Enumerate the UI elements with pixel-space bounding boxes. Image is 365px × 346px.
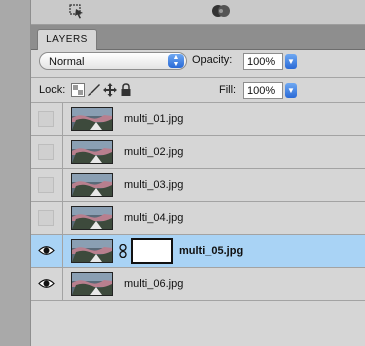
visibility-toggle[interactable]	[31, 169, 63, 201]
layer-thumbnail[interactable]	[71, 173, 113, 197]
select-tool-icon[interactable]	[69, 3, 85, 22]
layer-name: multi_02.jpg	[124, 146, 184, 158]
visibility-toggle[interactable]	[31, 235, 63, 267]
layer-name: multi_05.jpg	[179, 245, 244, 257]
brush-icon[interactable]	[87, 83, 101, 97]
visibility-empty-box	[38, 177, 54, 193]
layer-row[interactable]: multi_01.jpg	[31, 103, 365, 136]
layer-row[interactable]: multi_06.jpg	[31, 268, 365, 301]
blend-mode-select[interactable]: Normal ▲ ▼	[39, 52, 187, 70]
panel-toolbar	[31, 0, 365, 25]
layer-list: multi_01.jpg multi_02.jpg multi_03.jpgmult…	[31, 103, 365, 301]
layer-name: multi_06.jpg	[124, 278, 184, 290]
layer-row[interactable]: multi_04.jpg	[31, 202, 365, 235]
layer-thumbnail[interactable]	[71, 107, 113, 131]
visibility-empty-box	[38, 144, 54, 160]
updown-arrows-icon: ▲ ▼	[168, 54, 184, 68]
visibility-toggle[interactable]	[31, 268, 63, 300]
blend-opacity-row: Normal ▲ ▼ Opacity: 100% ▼	[31, 50, 365, 76]
layer-thumbnail[interactable]	[71, 140, 113, 164]
layer-name: multi_01.jpg	[124, 113, 184, 125]
fill-label: Fill:	[219, 84, 237, 96]
visibility-toggle[interactable]	[31, 202, 63, 234]
mask-link-icon[interactable]	[118, 243, 128, 259]
layer-name: multi_03.jpg	[124, 179, 184, 191]
paint-bucket-icon[interactable]	[211, 3, 231, 22]
padlock-icon[interactable]	[119, 83, 133, 97]
visibility-toggle[interactable]	[31, 136, 63, 168]
opacity-dropdown-icon[interactable]: ▼	[285, 54, 297, 69]
fill-field[interactable]: 100%	[243, 82, 283, 99]
opacity-label: Opacity:	[192, 54, 233, 66]
layer-mask-thumbnail[interactable]	[131, 238, 173, 264]
eye-icon	[38, 278, 55, 289]
layer-thumbnail[interactable]	[71, 239, 113, 263]
tools-strip	[0, 0, 31, 346]
checker-icon[interactable]	[71, 83, 85, 97]
visibility-toggle[interactable]	[31, 103, 63, 135]
visibility-empty-box	[38, 111, 54, 127]
visibility-empty-box	[38, 210, 54, 226]
eye-icon	[38, 245, 55, 256]
tab-layers[interactable]: LAYERS	[37, 29, 97, 50]
layer-thumbnail[interactable]	[71, 272, 113, 296]
layer-row[interactable]: multi_05.jpg	[31, 235, 365, 268]
opacity-field[interactable]: 100%	[243, 53, 283, 70]
panel-tab-bar: LAYERS	[31, 25, 365, 50]
layer-row[interactable]: multi_02.jpg	[31, 136, 365, 169]
layer-name: multi_04.jpg	[124, 212, 184, 224]
lock-label: Lock:	[39, 84, 66, 96]
blend-mode-value: Normal	[49, 56, 85, 68]
move-icon[interactable]	[103, 83, 117, 97]
layer-row[interactable]: multi_03.jpg	[31, 169, 365, 202]
layers-panel: LAYERS Normal ▲ ▼ Opacity: 100% ▼ Lock: F…	[31, 0, 365, 346]
fill-dropdown-icon[interactable]: ▼	[285, 83, 297, 98]
layer-thumbnail[interactable]	[71, 206, 113, 230]
lock-fill-row: Lock: Fill: 100% ▼	[31, 78, 365, 102]
